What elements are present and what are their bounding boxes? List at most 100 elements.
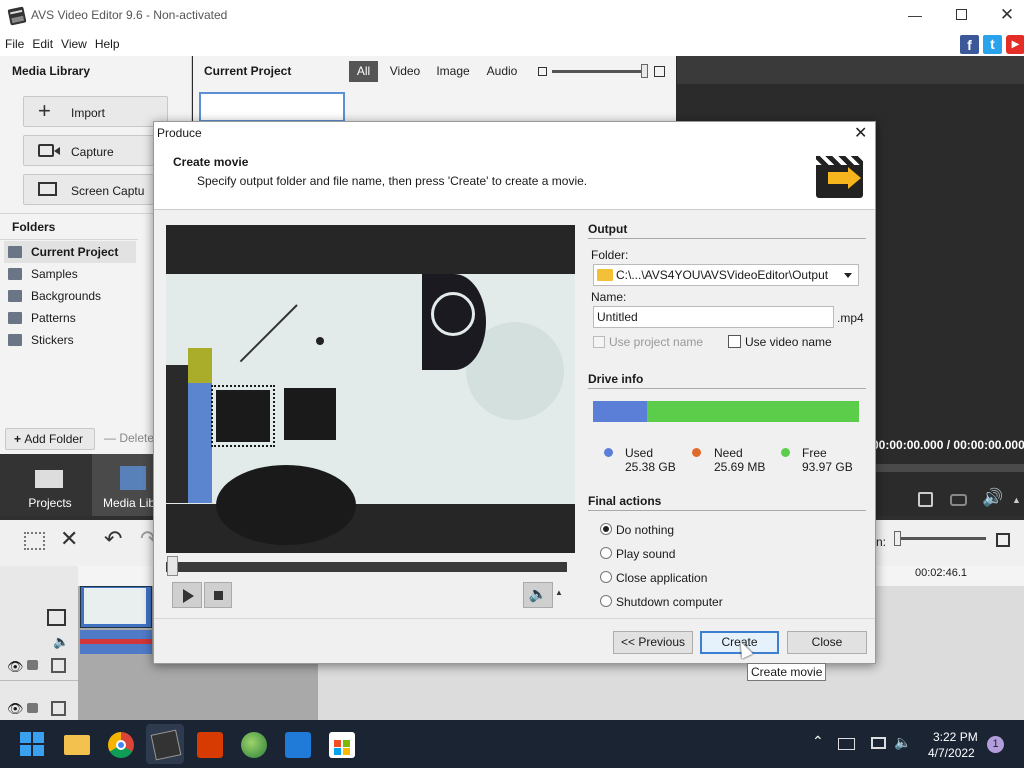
network-icon[interactable] — [871, 737, 886, 749]
tab-all[interactable]: All — [349, 61, 378, 82]
slider-thumb[interactable] — [641, 64, 649, 78]
storyboard-icon[interactable] — [24, 532, 45, 550]
large-thumbs-icon[interactable] — [654, 66, 665, 77]
undo-icon[interactable]: ↶ — [104, 526, 122, 552]
add-folder-button[interactable]: + Add Folder — [5, 428, 95, 450]
drive-used-fill — [593, 401, 648, 422]
dialog-heading: Create movie — [173, 155, 249, 169]
globe-app-icon[interactable] — [241, 732, 267, 758]
create-tooltip: Create movie — [747, 663, 827, 681]
thumbnail-size-slider[interactable] — [552, 64, 649, 78]
radio-play-sound[interactable] — [600, 547, 612, 559]
avs-video-editor-icon[interactable] — [150, 729, 182, 761]
menu-help[interactable]: Help — [91, 33, 124, 55]
tab-video[interactable]: Video — [386, 61, 424, 82]
preview-seek-bar[interactable] — [166, 562, 567, 572]
audio-clip[interactable] — [80, 630, 152, 654]
play-sound-label: Play sound — [616, 547, 676, 561]
folder-icon — [8, 246, 22, 258]
file-explorer-icon[interactable] — [64, 735, 90, 755]
folder-stickers[interactable]: Stickers — [4, 329, 136, 351]
app-icon — [7, 6, 27, 26]
video-track-icon — [47, 609, 66, 626]
dialog-close-icon[interactable]: ✕ — [854, 123, 867, 143]
fit-timeline-icon[interactable] — [996, 533, 1010, 547]
tab-image[interactable]: Image — [432, 61, 474, 82]
volume-icon[interactable]: 🔊 — [982, 488, 1003, 508]
close-window-button[interactable]: ✕ — [992, 4, 1022, 28]
clock-date[interactable]: 4/7/2022 — [928, 746, 975, 760]
folder-icon — [8, 312, 22, 324]
use-video-name-checkbox[interactable] — [728, 335, 741, 348]
import-label: Import — [71, 106, 106, 120]
office-icon[interactable] — [197, 732, 223, 758]
free-dot — [781, 448, 790, 457]
folder-patterns[interactable]: Patterns — [4, 307, 136, 329]
menu-edit[interactable]: Edit — [28, 33, 57, 55]
close-button[interactable]: Close — [787, 631, 867, 654]
preview-volume-button[interactable]: 🔈 — [523, 582, 553, 608]
delete-icon[interactable]: ✕ — [60, 526, 78, 552]
dialog-subheading: Specify output folder and file name, the… — [197, 174, 588, 188]
menu-file[interactable]: File — [1, 33, 28, 55]
screen-capture-button[interactable]: Screen Captu — [23, 174, 168, 205]
clock-time[interactable]: 3:22 PM — [933, 730, 978, 744]
drive-usage-bar — [593, 401, 859, 422]
radio-shutdown-computer[interactable] — [600, 595, 612, 607]
redo-icon[interactable]: ↷ — [140, 526, 154, 552]
eye-icon[interactable]: 👁 — [7, 701, 24, 717]
facebook-icon[interactable]: f — [960, 35, 979, 54]
small-thumbs-icon[interactable] — [538, 67, 547, 76]
current-project-title: Current Project — [204, 64, 292, 78]
seek-thumb[interactable] — [167, 556, 178, 576]
delete-folder-button[interactable]: — Delete — [100, 428, 160, 450]
video-app-icon[interactable] — [285, 732, 311, 758]
media-library-title: Media Library — [12, 64, 91, 78]
play-button[interactable] — [172, 582, 202, 608]
folder-icon — [8, 290, 22, 302]
radio-do-nothing[interactable] — [600, 523, 612, 535]
file-extension: .mp4 — [837, 311, 864, 325]
eye-icon[interactable]: 👁 — [7, 659, 24, 675]
camera-icon[interactable] — [950, 494, 967, 506]
timeline-zoom-slider[interactable] — [894, 531, 986, 546]
volume-up-arrow-icon[interactable]: ▲ — [1012, 495, 1021, 505]
effect-track-icon — [51, 658, 66, 673]
use-project-name-checkbox[interactable] — [593, 336, 605, 348]
folder-samples[interactable]: Samples — [4, 263, 136, 285]
folder-backgrounds[interactable]: Backgrounds — [4, 285, 136, 307]
youtube-icon[interactable]: ▶ — [1006, 35, 1024, 54]
twitter-icon[interactable]: t — [983, 35, 1002, 54]
minimize-button[interactable]: — — [900, 4, 930, 28]
folders-title: Folders — [12, 220, 56, 234]
lock-icon[interactable] — [27, 703, 38, 713]
menu-bar: File Edit View Help f t ▶ — [0, 32, 1024, 56]
notification-badge[interactable]: 1 — [987, 736, 1004, 753]
output-section-title: Output — [588, 222, 628, 236]
projects-tab[interactable]: Projects — [0, 454, 92, 516]
stop-button[interactable] — [204, 582, 232, 608]
chrome-icon[interactable] — [108, 732, 134, 758]
snapshot-icon[interactable] — [918, 492, 933, 507]
use-video-name-label: Use video name — [745, 335, 832, 349]
folder-current-project[interactable]: Current Project — [4, 241, 136, 263]
capture-label: Capture — [71, 145, 114, 159]
capture-button[interactable]: Capture — [23, 135, 168, 166]
volume-up-icon[interactable]: ▲ — [555, 588, 563, 597]
keyboard-icon[interactable] — [838, 738, 855, 750]
lock-icon[interactable] — [27, 660, 38, 670]
media-library-tab[interactable]: Media Libra — [92, 454, 162, 516]
start-windows-icon[interactable] — [20, 732, 46, 758]
audio-track-icon: 🔈 — [53, 634, 70, 649]
store-icon[interactable] — [329, 732, 355, 758]
tab-audio[interactable]: Audio — [482, 61, 522, 82]
radio-close-application[interactable] — [600, 571, 612, 583]
import-button[interactable]: + Import — [23, 96, 168, 127]
previous-button[interactable]: << Previous — [613, 631, 693, 654]
speaker-tray-icon[interactable]: 🔈 — [894, 734, 911, 751]
tray-chevron-up-icon[interactable]: ⌃ — [812, 733, 824, 750]
maximize-button[interactable] — [946, 4, 976, 28]
menu-view[interactable]: View — [57, 33, 91, 55]
folder-select[interactable]: C:\...\AVS4YOU\AVSVideoEditor\Output — [593, 264, 859, 286]
file-name-input[interactable]: Untitled — [593, 306, 834, 328]
